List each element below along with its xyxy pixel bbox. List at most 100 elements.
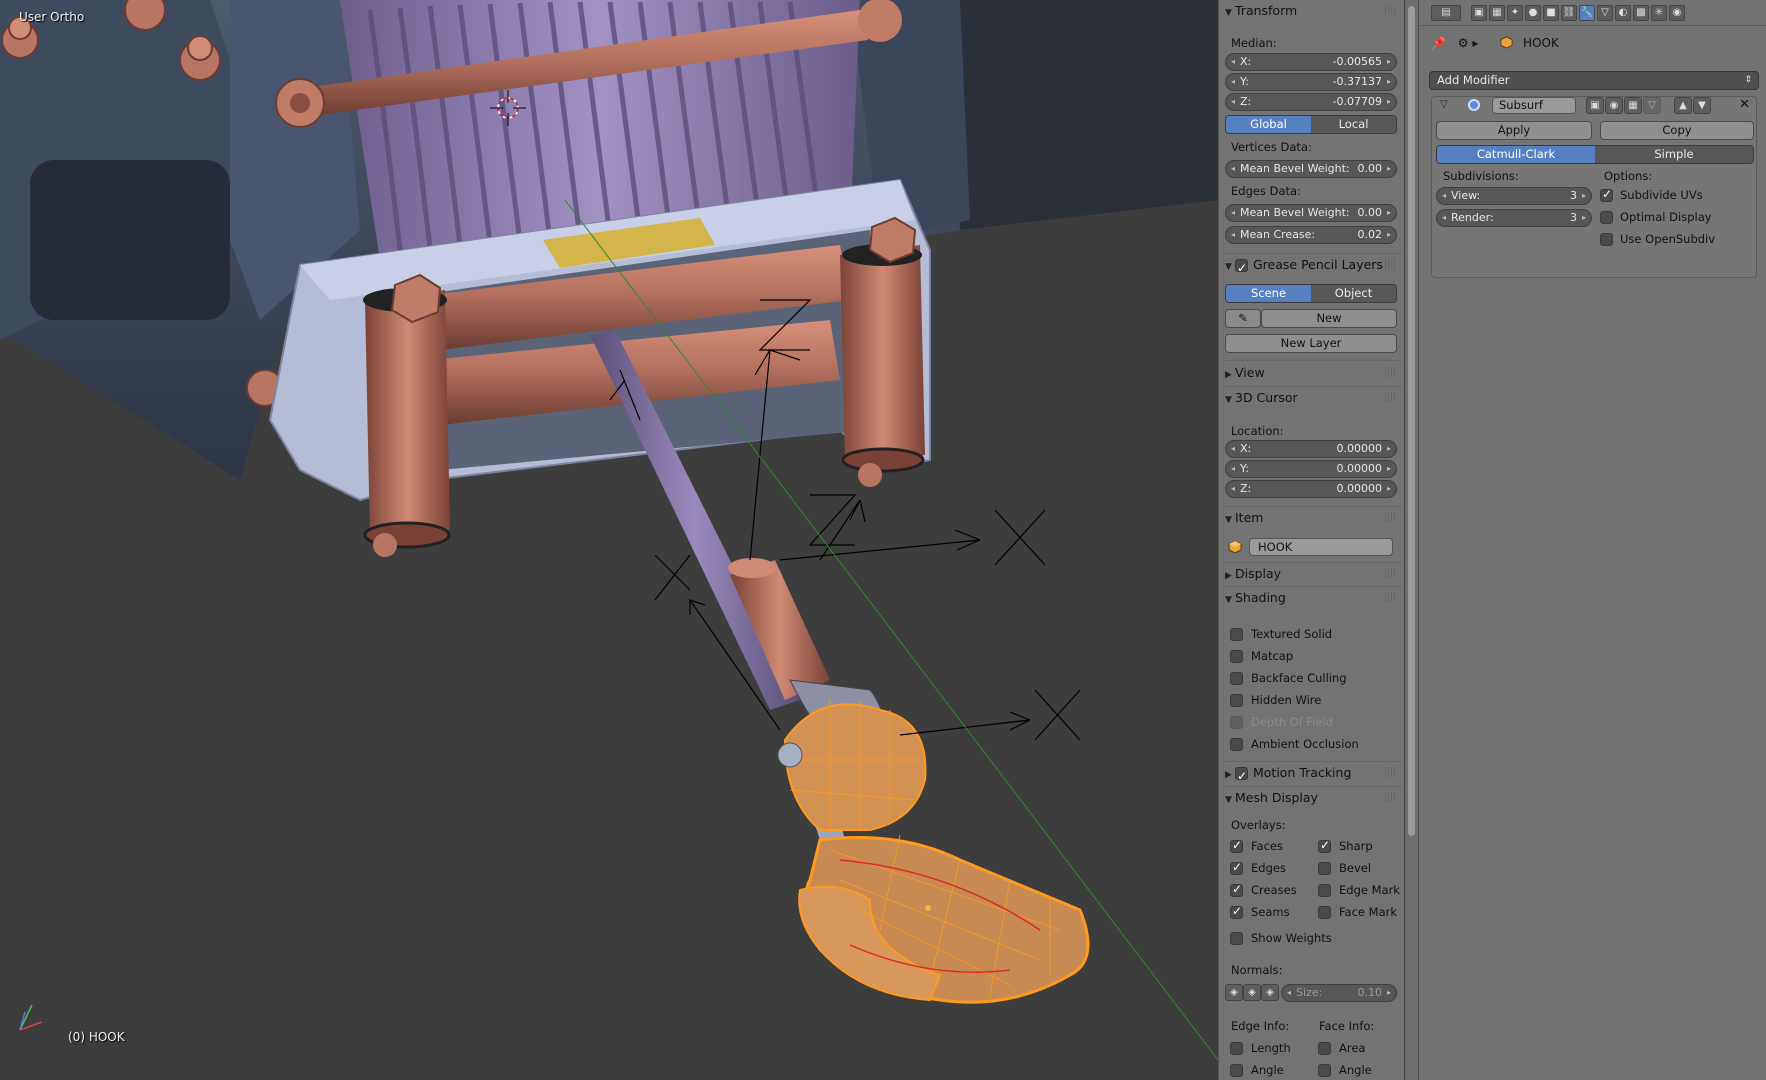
loop-normals-icon[interactable]: ◈: [1243, 984, 1261, 1001]
particles-tab-icon[interactable]: ✳: [1651, 5, 1667, 21]
grease-pencil-header[interactable]: ▼Grease Pencil Layers: [1225, 254, 1399, 279]
collapse-arrow-icon[interactable]: ▽: [1440, 99, 1448, 110]
edges-checkbox[interactable]: [1230, 860, 1243, 875]
optimal-display-checkbox[interactable]: [1600, 211, 1613, 224]
vertex-bevel-weight-field[interactable]: ◂ Mean Bevel Weight: 0.00 ▸: [1225, 160, 1397, 178]
sharp-checkbox[interactable]: [1318, 838, 1331, 853]
grease-pencil-toggle[interactable]: [1235, 257, 1248, 279]
global-button[interactable]: Global: [1226, 116, 1311, 133]
modifier-name-field[interactable]: Subsurf: [1492, 97, 1576, 114]
face-normals-icon[interactable]: ◈: [1261, 984, 1279, 1001]
cursor-y-field[interactable]: ◂ Y: 0.00000 ▸: [1225, 460, 1397, 478]
backface-culling-label: Backface Culling: [1251, 671, 1347, 685]
edge-length-checkbox[interactable]: [1230, 1042, 1243, 1055]
face-mark-checkbox[interactable]: [1318, 906, 1331, 919]
item-header[interactable]: ▼ Item: [1225, 507, 1399, 529]
modifiers-tab-icon[interactable]: 🔧: [1579, 5, 1595, 21]
render-toggle-icon[interactable]: ▣: [1586, 97, 1604, 114]
overlays-label: Overlays:: [1231, 818, 1286, 832]
new-grease-pencil-button[interactable]: New: [1261, 309, 1397, 328]
use-opensubdiv-checkbox[interactable]: [1600, 233, 1613, 246]
creases-checkbox[interactable]: [1230, 882, 1243, 897]
object-tab-icon[interactable]: ■: [1543, 5, 1559, 21]
catmull-clark-button[interactable]: Catmull-Clark: [1437, 146, 1595, 163]
properties-side-panel[interactable]: ▼ Transform Median: ◂ X: -0.00565 ▸ ◂ Y: -0.37…: [1218, 0, 1404, 1080]
transform-header[interactable]: ▼ Transform: [1225, 0, 1399, 22]
face-mark-label: Face Mark: [1339, 905, 1398, 919]
cursor-z-field[interactable]: ◂ Z: 0.00000 ▸: [1225, 480, 1397, 498]
faces-checkbox[interactable]: [1230, 838, 1243, 853]
material-tab-icon[interactable]: ◐: [1615, 5, 1631, 21]
show-weights-checkbox[interactable]: [1230, 932, 1243, 945]
mean-crease-field[interactable]: ◂ Mean Crease: 0.02 ▸: [1225, 226, 1397, 244]
new-layer-button[interactable]: New Layer: [1225, 334, 1397, 353]
move-up-icon[interactable]: ▲: [1674, 97, 1692, 114]
pin-icon[interactable]: 📌: [1431, 36, 1446, 50]
hook-object[interactable]: [777, 679, 1090, 1004]
object-name-field[interactable]: HOOK: [1249, 538, 1393, 556]
subdivide-uvs-checkbox[interactable]: [1600, 187, 1613, 202]
view-levels-field[interactable]: ◂ View: 3 ▸: [1436, 187, 1592, 205]
edge-mark-checkbox[interactable]: [1318, 884, 1331, 897]
edge-length-label: Length: [1251, 1041, 1291, 1055]
side-panel-scrollbar[interactable]: [1405, 0, 1418, 1080]
3d-cursor-header[interactable]: ▼ 3D Cursor: [1225, 387, 1399, 409]
viewport-toggle-icon[interactable]: ◉: [1605, 97, 1623, 114]
editmode-toggle-icon[interactable]: ▦: [1624, 97, 1642, 114]
cage-toggle-icon[interactable]: ▽: [1643, 97, 1661, 114]
scene-button[interactable]: Scene: [1226, 285, 1311, 302]
world-tab-icon[interactable]: ●: [1525, 5, 1541, 21]
normals-size-field[interactable]: ◂ Size: 0.10 ▸: [1281, 984, 1397, 1002]
median-z-field[interactable]: ◂ Z: -0.07709 ▸: [1225, 93, 1397, 111]
depth-of-field-checkbox[interactable]: [1230, 716, 1243, 729]
backface-culling-checkbox[interactable]: [1230, 672, 1243, 685]
median-y-field[interactable]: ◂ Y: -0.37137 ▸: [1225, 73, 1397, 91]
copy-button[interactable]: Copy: [1600, 121, 1754, 140]
physics-tab-icon[interactable]: ◉: [1669, 5, 1685, 21]
cursor-x-field[interactable]: ◂ X: 0.00000 ▸: [1225, 440, 1397, 458]
properties-editor[interactable]: ▤ ▣ ▦ ✦ ● ■ ⛓ 🔧 ▽ ◐ ▩ ✳ ◉ 📌 ⚙ ▸ HOOK Add…: [1418, 0, 1766, 1080]
simple-button[interactable]: Simple: [1595, 146, 1753, 163]
data-tab-icon[interactable]: ▽: [1597, 5, 1613, 21]
motion-tracking-toggle[interactable]: [1235, 765, 1248, 787]
local-button[interactable]: Local: [1311, 116, 1396, 133]
seams-checkbox[interactable]: [1230, 904, 1243, 919]
vertex-normals-icon[interactable]: ◈: [1225, 984, 1243, 1001]
add-modifier-dropdown[interactable]: Add Modifier ⇕: [1429, 71, 1759, 90]
render-tab-icon[interactable]: ▣: [1471, 5, 1487, 21]
pencil-datablock-icon[interactable]: ✎: [1225, 309, 1261, 328]
face-area-checkbox[interactable]: [1318, 1042, 1331, 1055]
edge-bevel-weight-field[interactable]: ◂ Mean Bevel Weight: 0.00 ▸: [1225, 204, 1397, 222]
options-label: Options:: [1604, 169, 1653, 183]
object-cube-icon: [1500, 36, 1513, 49]
mesh-display-header[interactable]: ▼ Mesh Display: [1225, 787, 1399, 809]
edge-angle-checkbox[interactable]: [1230, 1064, 1243, 1077]
bevel-checkbox[interactable]: [1318, 862, 1331, 875]
object-button[interactable]: Object: [1311, 285, 1396, 302]
median-x-field[interactable]: ◂ X: -0.00565 ▸: [1225, 53, 1397, 71]
editor-type-icon[interactable]: ▤: [1431, 5, 1461, 21]
face-angle-checkbox[interactable]: [1318, 1064, 1331, 1077]
remove-modifier-icon[interactable]: ✕: [1739, 97, 1750, 112]
scene-object-toggle[interactable]: Scene Object: [1225, 284, 1397, 303]
motion-tracking-header[interactable]: ▶Motion Tracking: [1225, 762, 1399, 787]
display-header[interactable]: ▶ Display: [1225, 563, 1399, 585]
creases-label: Creases: [1251, 883, 1297, 897]
render-levels-field[interactable]: ◂ Render: 3 ▸: [1436, 209, 1592, 227]
hidden-wire-checkbox[interactable]: [1230, 694, 1243, 707]
texture-tab-icon[interactable]: ▩: [1633, 5, 1649, 21]
3d-viewport[interactable]: User Ortho (0) HOOK: [0, 0, 1218, 1080]
render-layers-tab-icon[interactable]: ▦: [1489, 5, 1505, 21]
move-down-icon[interactable]: ▼: [1693, 97, 1711, 114]
apply-button[interactable]: Apply: [1436, 121, 1592, 140]
shading-header[interactable]: ▼ Shading: [1225, 587, 1399, 609]
scene-tab-icon[interactable]: ✦: [1507, 5, 1523, 21]
subdivision-type-toggle[interactable]: Catmull-Clark Simple: [1436, 145, 1754, 164]
scene-render[interactable]: [0, 0, 1218, 1080]
view-header[interactable]: ▶ View: [1225, 362, 1399, 384]
textured-solid-checkbox[interactable]: [1230, 628, 1243, 641]
matcap-checkbox[interactable]: [1230, 650, 1243, 663]
global-local-toggle[interactable]: Global Local: [1225, 115, 1397, 134]
constraints-tab-icon[interactable]: ⛓: [1561, 5, 1577, 21]
ambient-occlusion-checkbox[interactable]: [1230, 738, 1243, 751]
